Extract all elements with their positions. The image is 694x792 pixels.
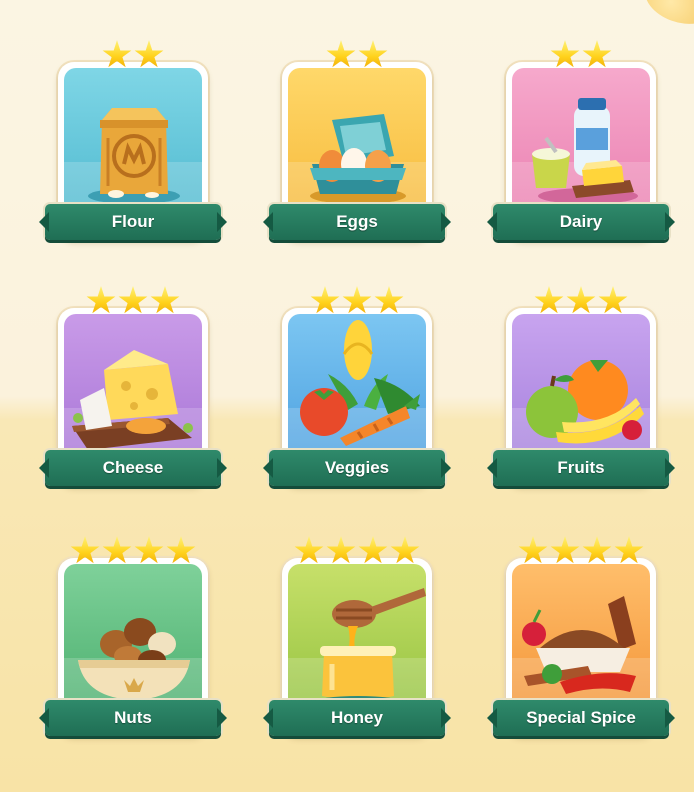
star-rating [501, 286, 661, 316]
fruits-icon [526, 360, 644, 444]
star-icon [342, 286, 372, 314]
star-rating [277, 40, 437, 70]
card-label: Honey [331, 708, 383, 727]
star-icon [518, 536, 548, 564]
card-label-banner: Flour [45, 204, 221, 240]
star-icon [294, 536, 324, 564]
card-art [64, 314, 202, 466]
card-label: Fruits [557, 458, 605, 477]
card-label: Cheese [102, 458, 164, 477]
card-art [64, 564, 202, 716]
star-icon [582, 536, 612, 564]
card-label: Dairy [559, 212, 603, 231]
dairy-products-icon [532, 98, 638, 204]
star-icon [102, 536, 132, 564]
star-icon [358, 536, 388, 564]
card-eggs[interactable]: Eggs [269, 40, 445, 250]
star-icon [102, 40, 132, 68]
card-special-spice[interactable]: Special Spice [493, 536, 669, 746]
star-rating [501, 40, 661, 70]
star-icon [70, 536, 100, 564]
card-label: Special Spice [526, 708, 636, 727]
star-icon [310, 286, 340, 314]
star-rating [53, 286, 213, 316]
egg-carton-icon [310, 114, 406, 204]
star-icon [390, 536, 420, 564]
card-fruits[interactable]: Fruits [493, 286, 669, 496]
card-art [512, 564, 650, 716]
honey-jar-icon [314, 588, 426, 708]
vegetables-icon [300, 320, 420, 446]
star-rating [53, 40, 213, 70]
star-icon [166, 536, 196, 564]
corner-decoration [638, 0, 694, 33]
star-rating [277, 286, 437, 316]
spice-bowl-icon [522, 596, 636, 694]
star-icon [614, 536, 644, 564]
card-label: Nuts [114, 708, 152, 727]
star-icon [118, 286, 148, 314]
card-label: Veggies [324, 458, 390, 477]
card-art [512, 68, 650, 220]
card-label-banner: Honey [269, 700, 445, 736]
card-art [512, 314, 650, 466]
card-art [64, 68, 202, 220]
star-rating [53, 536, 213, 566]
star-icon [534, 286, 564, 314]
card-label-banner: Veggies [269, 450, 445, 486]
star-icon [86, 286, 116, 314]
card-label-banner: Nuts [45, 700, 221, 736]
card-label-banner: Cheese [45, 450, 221, 486]
card-nuts[interactable]: Nuts [45, 536, 221, 746]
star-icon [598, 286, 628, 314]
card-label-banner: Dairy [493, 204, 669, 240]
card-art [288, 564, 426, 716]
star-icon [566, 286, 596, 314]
card-art [288, 68, 426, 220]
star-icon [326, 40, 356, 68]
card-label-banner: Fruits [493, 450, 669, 486]
star-icon [582, 40, 612, 68]
card-label: Eggs [336, 212, 378, 231]
star-icon [550, 536, 580, 564]
card-honey[interactable]: Honey [269, 536, 445, 746]
star-icon [550, 40, 580, 68]
card-label-banner: Eggs [269, 204, 445, 240]
star-icon [374, 286, 404, 314]
card-art [288, 314, 426, 466]
star-icon [134, 40, 164, 68]
star-rating [501, 536, 661, 566]
star-rating [277, 536, 437, 566]
star-icon [150, 286, 180, 314]
card-dairy[interactable]: Dairy [493, 40, 669, 250]
star-icon [134, 536, 164, 564]
cheese-board-icon [72, 350, 193, 450]
card-label: Flour [111, 212, 155, 231]
card-veggies[interactable]: Veggies [269, 286, 445, 496]
card-cheese[interactable]: Cheese [45, 286, 221, 496]
flour-sack-icon [88, 108, 180, 204]
star-icon [358, 40, 388, 68]
star-icon [326, 536, 356, 564]
nut-bowl-icon [78, 618, 190, 700]
card-label-banner: Special Spice [493, 700, 669, 736]
card-flour[interactable]: Flour [45, 40, 221, 250]
